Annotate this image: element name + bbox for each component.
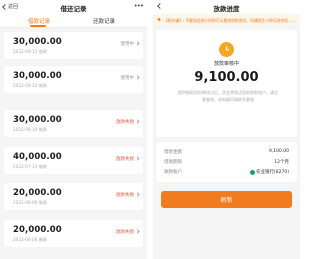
list-item[interactable]: 20,000.00 2022-06-06 借款 放款失败 xyxy=(4,220,143,247)
chevron-right-icon xyxy=(135,156,140,161)
record-status: 使用中 xyxy=(120,42,135,47)
record-amount: 40,000.00 xyxy=(13,152,62,162)
refresh-button[interactable]: 刷新 xyxy=(161,191,292,208)
tab-repay-records[interactable]: 还款记录 xyxy=(93,17,115,25)
detail-label: 借款金额 xyxy=(164,150,182,155)
status-title: 放款审核中 xyxy=(213,61,239,67)
nav-bar: 返回 借还记录 ••• xyxy=(0,0,147,14)
detail-row-term: 借款期限 12个月 xyxy=(164,159,289,167)
record-amount: 30,000.00 xyxy=(13,115,62,125)
loan-progress-screen: 放款进度 【防诈骗】: 不要轻信他人所称可以更改贷款合同，如遇陌生人称可改合同…… xyxy=(153,0,300,259)
list-item[interactable]: 30,000.00 2022-09-12 借款 使用中 xyxy=(4,66,143,93)
loan-amount: 9,100.00 xyxy=(194,70,259,85)
tab-bar: 借款记录 还款记录 xyxy=(0,14,147,28)
loan-records-screen: 返回 借还记录 ••• 借款记录 还款记录 30,000.00 2022-09-… xyxy=(0,0,147,259)
record-date: 2022-09-12 借款 xyxy=(13,83,48,88)
account-name: 农业银行(8270) xyxy=(256,170,289,175)
detail-label: 收款账户 xyxy=(164,170,182,175)
bank-icon xyxy=(249,169,255,175)
record-amount: 20,000.00 xyxy=(13,225,62,235)
notice-text: 【防诈骗】: 不要轻信他人所称可以更改贷款合同，如遇陌生人称可改合同…… xyxy=(164,17,296,23)
detail-label: 借款期限 xyxy=(164,160,182,165)
detail-value: 12个月 xyxy=(274,160,289,165)
tab-loan-records[interactable]: 借款记录 xyxy=(28,17,50,25)
nav-bar: 放款进度 xyxy=(153,0,300,14)
status-card: 放款审核中 9,100.00 提供借款资料审核过后，资金将到达您的收款账户，请注… xyxy=(156,30,297,137)
list-item[interactable]: 30,000.00 2022-09-10 借款 放款失败 xyxy=(4,110,143,137)
page-title: 借还记录 xyxy=(60,5,87,13)
chevron-right-icon xyxy=(135,229,140,234)
chevron-right-icon xyxy=(135,192,140,197)
fraud-notice-bar: 【防诈骗】: 不要轻信他人所称可以更改贷款合同，如遇陌生人称可改合同…… xyxy=(153,14,300,25)
detail-row-account: 收款账户 农业银行(8270) xyxy=(164,169,289,177)
list-item[interactable]: 20,000.00 2022-06-09 借款 放款失败 xyxy=(4,183,143,210)
record-status: 放款失败 xyxy=(116,157,134,162)
record-date: 2022-07-14 借款 xyxy=(13,164,48,169)
record-amount: 30,000.00 xyxy=(13,37,62,47)
detail-value: 9,100.00 xyxy=(268,149,289,154)
more-icon[interactable]: ••• xyxy=(134,2,144,10)
record-date: 2022-06-09 借款 xyxy=(13,200,48,205)
record-status: 放款失败 xyxy=(116,230,134,235)
record-amount: 20,000.00 xyxy=(13,188,62,198)
status-description: 提供借款资料审核过后，资金将到达您的收款账户，请注意查收，如有疑问请联系客服 xyxy=(178,90,278,102)
page-title: 放款进度 xyxy=(213,5,240,13)
chevron-right-icon xyxy=(135,41,140,46)
record-date: 2022-09-12 借款 xyxy=(13,49,48,54)
speaker-icon xyxy=(157,17,162,22)
record-status: 放款失败 xyxy=(116,193,134,198)
chevron-right-icon xyxy=(135,119,140,124)
record-date: 2022-06-06 借款 xyxy=(13,237,48,242)
record-status: 使用中 xyxy=(120,76,135,81)
record-status: 放款失败 xyxy=(116,120,134,125)
record-date: 2022-09-10 借款 xyxy=(13,127,48,132)
active-tab-indicator xyxy=(30,25,46,27)
clock-icon xyxy=(219,42,234,57)
chevron-right-icon xyxy=(135,75,140,80)
list-item[interactable]: 30,000.00 2022-09-12 借款 使用中 xyxy=(4,32,143,59)
detail-value-account: 农业银行(8270) xyxy=(249,169,289,175)
record-amount: 30,000.00 xyxy=(13,71,62,81)
detail-card: 借款金额 9,100.00 借款期限 12个月 收款账户 农业银行(8270) xyxy=(156,142,297,182)
list-item[interactable]: 40,000.00 2022-07-14 借款 放款失败 xyxy=(4,147,143,174)
detail-row-amount: 借款金额 9,100.00 xyxy=(164,149,289,157)
